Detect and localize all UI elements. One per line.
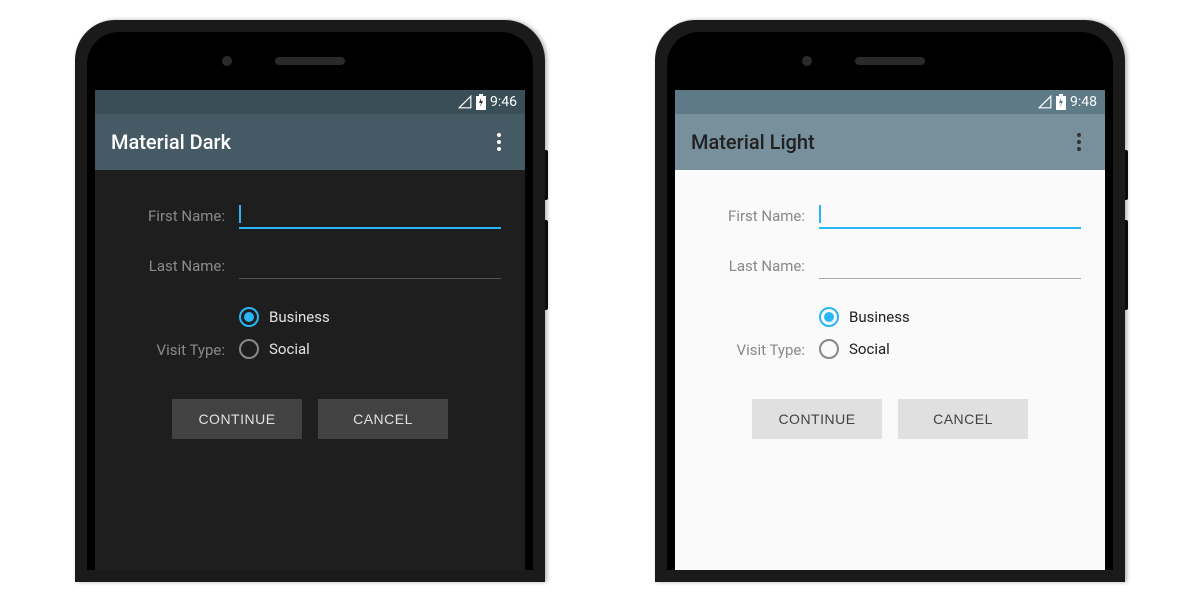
radio-business[interactable]: Business (239, 307, 501, 327)
front-camera (222, 56, 232, 66)
speaker-grille (275, 57, 345, 65)
continue-button[interactable]: CONTINUE (752, 399, 882, 439)
radio-social[interactable]: Social (239, 339, 501, 359)
screen-light: 9:48 Material Light First Name: Last Nam… (675, 90, 1105, 570)
visit-type-radio-group: Business Social (239, 307, 501, 359)
continue-button[interactable]: CONTINUE (172, 399, 302, 439)
radio-icon-unselected (239, 339, 259, 359)
app-title: Material Light (691, 130, 815, 154)
volume-buttons[interactable] (1125, 220, 1128, 310)
signal-icon (458, 95, 472, 109)
first-name-input[interactable] (819, 200, 1081, 229)
clock-text: 9:48 (1070, 94, 1097, 110)
radio-business[interactable]: Business (819, 307, 1081, 327)
text-cursor (819, 205, 821, 223)
button-row: CONTINUE CANCEL (699, 399, 1081, 439)
form-content: First Name: Last Name: Visit Type: Busin… (675, 170, 1105, 459)
first-name-label: First Name: (119, 207, 239, 229)
power-button[interactable] (545, 150, 548, 200)
first-name-row: First Name: (699, 200, 1081, 229)
radio-label: Social (269, 340, 310, 358)
last-name-label: Last Name: (699, 257, 819, 279)
screen-dark: 9:46 Material Dark First Name: Last Name… (95, 90, 525, 570)
speaker-area (667, 32, 1113, 90)
radio-icon-selected (819, 307, 839, 327)
app-bar: Material Light (675, 114, 1105, 170)
volume-buttons[interactable] (545, 220, 548, 310)
app-title: Material Dark (111, 130, 231, 154)
first-name-label: First Name: (699, 207, 819, 229)
phone-bezel: 9:46 Material Dark First Name: Last Name… (87, 32, 533, 570)
visit-type-label: Visit Type: (119, 339, 239, 359)
overflow-menu-icon[interactable] (1069, 125, 1089, 159)
radio-label: Business (849, 308, 910, 326)
speaker-grille (855, 57, 925, 65)
first-name-row: First Name: (119, 200, 501, 229)
front-camera (802, 56, 812, 66)
visit-type-radio-group: Business Social (819, 307, 1081, 359)
power-button[interactable] (1125, 150, 1128, 200)
form-content: First Name: Last Name: Visit Type: Busin… (95, 170, 525, 459)
last-name-row: Last Name: (699, 257, 1081, 279)
last-name-row: Last Name: (119, 257, 501, 279)
overflow-menu-icon[interactable] (489, 125, 509, 159)
visit-type-label: Visit Type: (699, 339, 819, 359)
cancel-button[interactable]: CANCEL (898, 399, 1028, 439)
radio-label: Social (849, 340, 890, 358)
last-name-label: Last Name: (119, 257, 239, 279)
button-row: CONTINUE CANCEL (119, 399, 501, 439)
phone-frame-light: 9:48 Material Light First Name: Last Nam… (655, 20, 1125, 582)
visit-type-row: Visit Type: Business Social (699, 307, 1081, 359)
first-name-input[interactable] (239, 200, 501, 229)
visit-type-row: Visit Type: Business Social (119, 307, 501, 359)
text-cursor (239, 205, 241, 223)
speaker-area (87, 32, 533, 90)
app-bar: Material Dark (95, 114, 525, 170)
radio-icon-selected (239, 307, 259, 327)
clock-text: 9:46 (490, 94, 517, 110)
radio-icon-unselected (819, 339, 839, 359)
radio-social[interactable]: Social (819, 339, 1081, 359)
battery-charging-icon (1056, 94, 1066, 110)
cancel-button[interactable]: CANCEL (318, 399, 448, 439)
signal-icon (1038, 95, 1052, 109)
battery-charging-icon (476, 94, 486, 110)
status-bar: 9:48 (675, 90, 1105, 114)
phone-bezel: 9:48 Material Light First Name: Last Nam… (667, 32, 1113, 570)
radio-label: Business (269, 308, 330, 326)
last-name-input[interactable] (239, 270, 501, 279)
last-name-input[interactable] (819, 270, 1081, 279)
status-bar: 9:46 (95, 90, 525, 114)
phone-frame-dark: 9:46 Material Dark First Name: Last Name… (75, 20, 545, 582)
